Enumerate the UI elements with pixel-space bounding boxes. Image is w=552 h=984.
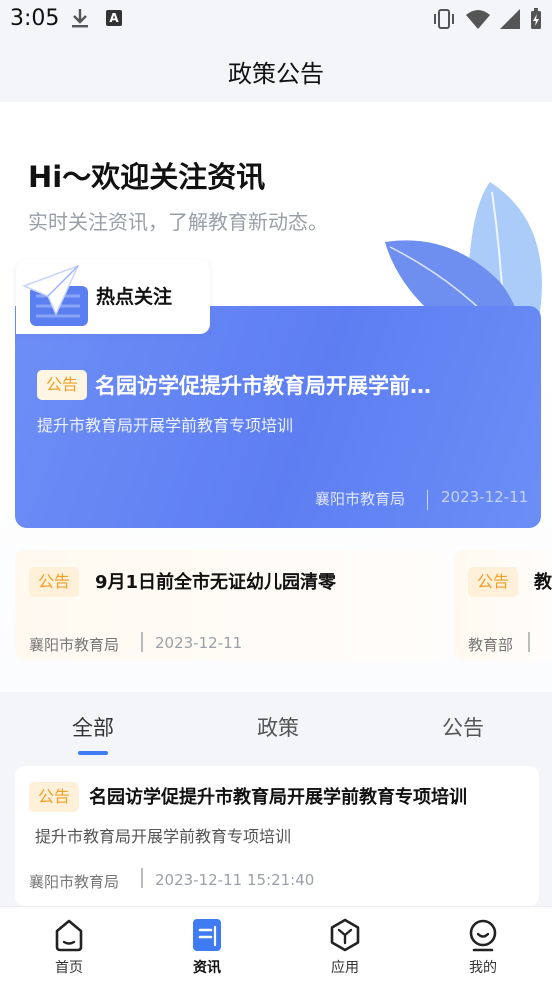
list-item-title: 名园访学促提升市教育局开展学前教育专项培训 bbox=[89, 787, 467, 808]
news-card-source: 襄阳市教育局 bbox=[29, 636, 120, 654]
nav-item-apps[interactable]: 应用 bbox=[276, 907, 414, 984]
news-card[interactable]: 公告 教 教育部 bbox=[454, 550, 552, 660]
status-time: 3:05 bbox=[10, 6, 60, 31]
hot-news-title: 名园访学促提升市教育局开展学前… bbox=[95, 374, 431, 398]
announcement-tag: 公告 bbox=[29, 567, 79, 597]
page-title: 政策公告 bbox=[228, 60, 324, 88]
active-tab-indicator bbox=[78, 751, 108, 755]
hot-label: 热点关注 bbox=[96, 286, 173, 308]
hot-news-desc: 提升市教育局开展学前教育专项培训 bbox=[37, 416, 294, 435]
divider bbox=[141, 632, 143, 652]
tab-announcement[interactable]: 公告 bbox=[403, 712, 523, 742]
greeting-heading: Hi～欢迎关注资讯 bbox=[28, 160, 266, 194]
download-icon bbox=[72, 9, 88, 28]
nav-label: 我的 bbox=[469, 960, 497, 976]
signal-icon bbox=[500, 9, 520, 29]
list-item[interactable]: 公告 名园访学促提升市教育局开展学前教育专项培训 提升市教育局开展学前教育专项培… bbox=[15, 766, 539, 906]
news-card-title: 9月1日前全市无证幼儿园清零 bbox=[95, 572, 337, 593]
battery-icon bbox=[531, 8, 541, 29]
hero-section: Hi～欢迎关注资讯 实时关注资讯，了解教育新动态。 公告 名园访学促提升市教育局… bbox=[0, 102, 552, 692]
profile-icon bbox=[469, 919, 497, 952]
greeting-subtitle: 实时关注资讯，了解教育新动态。 bbox=[28, 210, 328, 234]
announcement-tag: 公告 bbox=[468, 567, 518, 597]
nav-label: 首页 bbox=[55, 960, 83, 976]
hot-news-card[interactable]: 公告 名园访学促提升市教育局开展学前… 提升市教育局开展学前教育专项培训 襄阳市… bbox=[15, 306, 541, 528]
paper-plane-icon bbox=[22, 264, 88, 326]
category-tabs: 全部 政策 公告 bbox=[0, 692, 552, 762]
news-card[interactable]: 公告 9月1日前全市无证幼儿园清零 襄阳市教育局 2023-12-11 bbox=[15, 550, 447, 660]
news-card-date: 2023-12-11 bbox=[155, 634, 243, 652]
tab-all[interactable]: 全部 bbox=[33, 712, 153, 742]
divider bbox=[427, 490, 428, 510]
nav-label: 资讯 bbox=[193, 960, 221, 976]
wifi-icon bbox=[466, 10, 490, 29]
announcement-tag: 公告 bbox=[29, 782, 79, 812]
vibrate-icon bbox=[434, 9, 454, 29]
news-card-source: 教育部 bbox=[468, 636, 514, 654]
nav-label: 应用 bbox=[331, 960, 359, 976]
a-badge-icon: A bbox=[106, 10, 122, 26]
divider bbox=[528, 632, 530, 652]
announcement-tag: 公告 bbox=[37, 370, 87, 400]
nav-item-news[interactable]: 资讯 bbox=[138, 907, 276, 984]
app-header: 政策公告 bbox=[0, 40, 552, 102]
status-bar: 3:05 A bbox=[0, 0, 552, 40]
news-card-title: 教 bbox=[534, 572, 552, 593]
news-icon bbox=[193, 919, 221, 951]
apps-icon bbox=[330, 918, 360, 952]
hot-label-tab: 热点关注 bbox=[16, 260, 210, 334]
list-item-datetime: 2023-12-11 15:21:40 bbox=[155, 871, 315, 889]
status-icons bbox=[432, 8, 542, 30]
list-item-desc: 提升市教育局开展学前教育专项培训 bbox=[35, 827, 292, 846]
home-icon bbox=[55, 919, 83, 952]
hot-news-source: 襄阳市教育局 bbox=[315, 490, 406, 508]
hot-news-date: 2023-12-11 bbox=[441, 488, 529, 506]
divider bbox=[141, 868, 143, 888]
list-item-source: 襄阳市教育局 bbox=[29, 873, 120, 891]
bottom-nav: 首页 资讯 应用 我的 bbox=[0, 906, 552, 984]
nav-item-home[interactable]: 首页 bbox=[0, 907, 138, 984]
nav-item-profile[interactable]: 我的 bbox=[414, 907, 552, 984]
tab-policy[interactable]: 政策 bbox=[218, 712, 338, 742]
